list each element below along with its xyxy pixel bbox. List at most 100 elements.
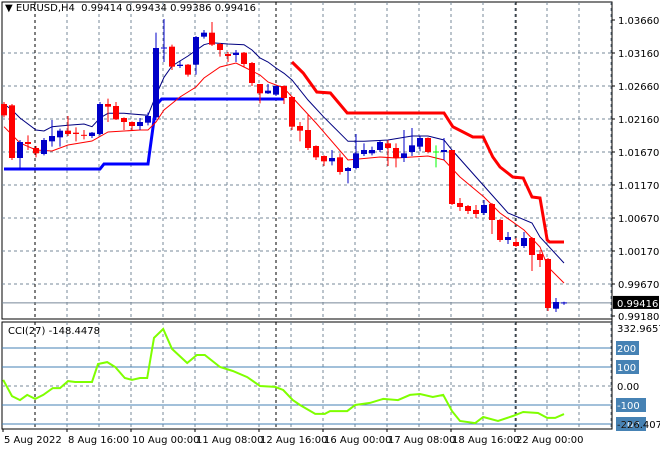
candle-body	[489, 204, 495, 220]
candle	[9, 104, 15, 160]
candle-body	[473, 210, 479, 214]
candle-body	[521, 238, 527, 246]
candle-body	[481, 205, 487, 213]
candle	[425, 137, 431, 154]
candle	[497, 219, 503, 242]
chart-canvas[interactable]: 1.03660 1.03160 1.02660 1.02160 1.01670 1.011…	[0, 0, 660, 450]
candle-body	[313, 146, 319, 158]
candle-body	[9, 105, 15, 158]
candle-body	[265, 90, 271, 94]
candle-body	[425, 138, 431, 152]
time-label: 5 Aug 2022	[4, 435, 62, 446]
candle-body	[257, 84, 263, 94]
price-tick-label: 1.02660	[618, 82, 659, 93]
candle	[1, 102, 7, 118]
candle-body	[113, 106, 119, 120]
candle-body	[105, 104, 111, 107]
candle-body	[1, 104, 7, 116]
candle-body	[49, 136, 55, 142]
triangle-down-icon[interactable]: ▼	[5, 3, 13, 14]
candle	[249, 62, 255, 86]
price-tick-label: 1.03160	[618, 49, 659, 60]
candle-body	[553, 302, 559, 309]
candle-body	[209, 32, 215, 45]
candle	[273, 85, 279, 96]
candle-body	[401, 153, 407, 158]
candle-body	[169, 46, 175, 67]
cci-level-label: 200	[617, 344, 636, 355]
candle-body	[537, 254, 543, 260]
candle-body	[241, 52, 247, 64]
candle-body	[89, 132, 95, 136]
candle	[449, 150, 455, 205]
cci-level-label: -100	[617, 401, 640, 412]
cci-level-label: 0.00	[617, 382, 639, 393]
candle-body	[289, 97, 295, 127]
candle-body	[185, 64, 191, 75]
time-label: 22 Aug 00:00	[516, 435, 583, 446]
candle-body	[225, 54, 231, 56]
candle-body	[97, 104, 103, 134]
candle-body	[217, 44, 223, 50]
price-tick-label: 0.99670	[618, 280, 659, 291]
candle-body	[441, 150, 447, 152]
candle-body	[25, 142, 31, 144]
candle-body	[153, 48, 159, 118]
time-label: 16 Aug 00:00	[324, 435, 391, 446]
candle	[545, 258, 551, 311]
symbol-label: EURUSD,H4	[15, 3, 75, 14]
main-panel	[1, 1, 613, 320]
time-label: 12 Aug 16:00	[260, 435, 327, 446]
price-tick-label: 1.00170	[618, 247, 659, 258]
candle-body	[529, 238, 535, 255]
candle-body	[369, 150, 375, 154]
candle-body	[329, 158, 335, 162]
candle-body	[121, 118, 127, 122]
price-tick-label: 1.03660	[618, 16, 659, 27]
price-tick-label: 1.02160	[618, 115, 659, 126]
candle-body	[73, 132, 79, 134]
candle-body	[497, 220, 503, 240]
price-tick-label: 1.00670	[618, 214, 659, 225]
candle-body	[65, 130, 71, 134]
candle-body	[41, 140, 47, 154]
cci-min-label: -226.4073	[617, 420, 660, 431]
candle-body	[57, 130, 63, 138]
candle-body	[345, 168, 351, 171]
candle-body	[353, 153, 359, 168]
candle-body	[385, 143, 391, 148]
candle-body	[337, 157, 343, 172]
price-tick-label: 1.01670	[618, 148, 659, 159]
time-label: 17 Aug 08:00	[388, 435, 455, 446]
candle-body	[233, 52, 239, 55]
time-label: 11 Aug 08:00	[196, 435, 263, 446]
candle-body	[281, 86, 287, 98]
candle-body	[457, 203, 463, 207]
cci-label: CCI(27) -148.4478	[8, 326, 100, 337]
candle-body	[505, 237, 511, 240]
candle-body	[361, 150, 367, 154]
candle	[169, 44, 175, 70]
candle-body	[321, 156, 327, 162]
candle-body	[449, 150, 455, 204]
candle	[97, 102, 103, 136]
candle-body	[545, 259, 551, 308]
candle-body	[17, 142, 23, 158]
cci-level-label: 100	[617, 363, 636, 374]
ohlc-values: 0.99414 0.99434 0.99386 0.99416	[81, 3, 257, 14]
price-tick-label: 0.99180	[618, 312, 659, 323]
candle-body	[273, 86, 279, 95]
time-label: 8 Aug 16:00	[68, 435, 129, 446]
candle-body	[305, 130, 311, 148]
current-price-label: 0.99416	[617, 299, 658, 310]
candle-body	[513, 242, 519, 246]
time-label: 18 Aug 16:00	[452, 435, 519, 446]
candle-body	[297, 126, 303, 131]
candle-body	[417, 138, 423, 147]
candle-body	[393, 148, 399, 158]
price-tick-label: 1.01170	[618, 181, 659, 192]
candle	[289, 96, 295, 130]
time-label: 10 Aug 00:00	[132, 435, 199, 446]
cci-max-label: 332.9657	[617, 324, 660, 335]
candle-body	[193, 37, 199, 65]
